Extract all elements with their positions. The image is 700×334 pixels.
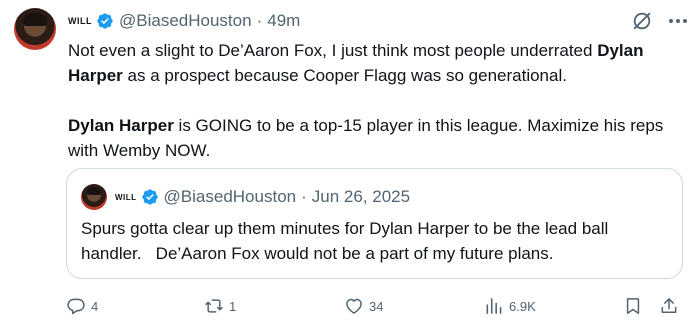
avatar[interactable] (14, 8, 56, 50)
share-button[interactable] (659, 292, 679, 320)
quoted-handle: @BiasedHouston (163, 187, 297, 206)
repost-count: 1 (229, 298, 237, 314)
repost-icon (205, 299, 223, 313)
verified-badge-icon (141, 189, 158, 205)
text-span: as a prospect because Cooper Flagg was s… (122, 66, 567, 85)
bookmark-icon (626, 298, 640, 314)
author-handle[interactable]: @BiasedHouston (119, 11, 252, 31)
mention-bold: Dylan Harper (68, 116, 174, 135)
quoted-avatar (81, 184, 107, 210)
reply-count: 4 (91, 298, 99, 314)
action-bar: 4 1 34 6.9K (66, 292, 692, 320)
reply-button[interactable]: 4 (66, 292, 98, 320)
quoted-date: Jun 26, 2025 (311, 187, 411, 206)
quoted-author-name: WILL (115, 192, 137, 202)
like-count: 34 (369, 298, 384, 314)
tweet-text: Not even a slight to De’Aaron Fox, I jus… (68, 38, 688, 163)
quoted-tweet-card[interactable]: WILL @BiasedHouston · Jun 26, 2025 Spurs… (66, 168, 683, 279)
tweet-paragraph-1: Not even a slight to De’Aaron Fox, I jus… (68, 38, 688, 88)
heart-icon (346, 298, 362, 314)
tweet-paragraph-2: Dylan Harper is GOING to be a top-15 pla… (68, 113, 688, 163)
bookmark-button[interactable] (623, 292, 643, 320)
share-icon (661, 298, 677, 313)
text-span: Not even a slight to De’Aaron Fox, I jus… (68, 41, 598, 60)
views-count: 6.9K (509, 298, 536, 314)
quoted-text: Spurs gotta clear up them minutes for Dy… (81, 219, 614, 263)
grok-icon[interactable] (631, 10, 653, 32)
more-icon[interactable] (666, 10, 690, 32)
timestamp[interactable]: 49m (267, 11, 300, 31)
reply-icon (67, 298, 85, 315)
author-name[interactable]: WILL (68, 16, 92, 26)
separator-dot: · (256, 11, 263, 30)
repost-button[interactable]: 1 (204, 292, 236, 320)
views-icon (486, 298, 502, 314)
verified-badge-icon (97, 13, 113, 29)
tweet-header: WILL @BiasedHouston · 49m (68, 10, 300, 32)
views-button[interactable]: 6.9K (484, 292, 536, 320)
like-button[interactable]: 34 (344, 292, 383, 320)
quoted-header: WILL @BiasedHouston · Jun 26, 2025 (115, 186, 410, 208)
separator-dot: · (301, 187, 307, 206)
